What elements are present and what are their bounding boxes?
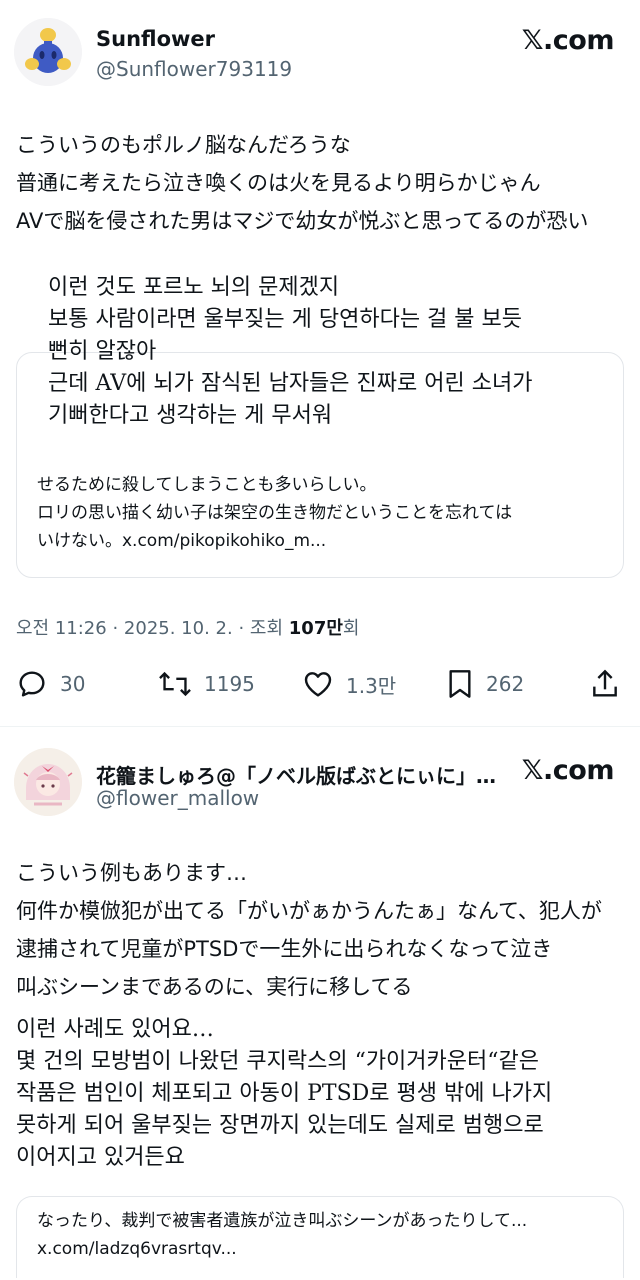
translation-overlay: 이런 사례도 있어요… 몇 건의 모방범이 나왔던 쿠지락스의 “가이거카운터“… [16, 1014, 626, 1174]
action-bar: 30 1195 1.3만 262 [0, 664, 640, 704]
translation-overlay: 이런 것도 포르노 뇌의 문제겠지 보통 사람이라면 울부짖는 게 당연하다는 … [48, 272, 628, 432]
quote-card-text: なったり、裁判で被害者遺族が泣き叫ぶシーンがあったりして... x.com/la… [37, 1207, 607, 1263]
post-flower-mallow: 花籠ましゅろ@「ノベル版ばぶとにぃに」発... @flower_mallow 𝕏… [0, 728, 640, 1280]
reply-icon [19, 671, 45, 697]
post-meta: 오전 11:26 · 2025. 10. 2. · 조회 107만회 [16, 614, 359, 640]
bookmark-button[interactable]: 262 [446, 664, 524, 704]
quote-card-line: せるために殺してしまうことも多いらしい。 [37, 475, 377, 495]
quote-card-line: いけない。x.com/pikopikohiko_m... [37, 531, 327, 551]
post-text-line: AVで脳を侵された男はマジで幼女が悦ぶと思ってるのが恐い [16, 209, 589, 233]
meta-separator: · [238, 618, 245, 639]
retweet-icon [159, 671, 191, 697]
bookmark-icon [449, 670, 471, 698]
post-date[interactable]: 2025. 10. 2. [124, 618, 233, 639]
post-text: こういうのもポルノ脳なんだろうな 普通に考えたら泣き喚くのは火を見るより明らかじ… [16, 126, 626, 240]
retweet-count: 1195 [204, 672, 255, 696]
translation-line: 근데 AV에 뇌가 잠식된 남자들은 진짜로 어린 소녀가 [48, 371, 533, 396]
views-count: 107만 [288, 618, 343, 639]
post-text-line: 何件か模倣犯が出てる「がいがぁかうんたぁ」なんて、犯人が [16, 899, 602, 923]
heart-icon [304, 672, 332, 697]
post-text: こういう例もあります… 何件か模倣犯が出てる「がいがぁかうんたぁ」なんて、犯人が… [16, 854, 626, 1006]
quote-card-line: なったり、裁判で被害者遺族が泣き叫ぶシーンがあったりして... [37, 1211, 528, 1231]
meta-separator: · [112, 618, 119, 639]
post-divider [0, 726, 640, 727]
post-text-line: 逮捕されて児童がPTSDで一生外に出られなくなって泣き [16, 937, 553, 961]
like-count: 1.3만 [346, 673, 397, 698]
translation-line: 이런 것도 포르노 뇌의 문제겠지 [48, 275, 340, 300]
anime-character-avatar-icon [14, 748, 82, 816]
quote-card-text: せるために殺してしまうことも多いらしい。 ロリの思い描く幼い子は架空の生き物だと… [37, 471, 607, 555]
quote-card-line: x.com/ladzq6vrasrtqv... [37, 1239, 237, 1259]
share-icon [593, 669, 617, 697]
quote-card[interactable]: なったり、裁判で被害者遺族が泣き叫ぶシーンがあったりして... x.com/la… [16, 1196, 624, 1278]
translation-line: 못하게 되어 울부짖는 장면까지 있는데도 실제로 범행으로 [16, 1113, 544, 1138]
post-text-line: こういう例もあります… [16, 861, 247, 885]
avatar[interactable] [14, 748, 82, 816]
blue-creature-avatar-icon [14, 18, 82, 86]
author-name[interactable]: 花籠ましゅろ@「ノベル版ばぶとにぃに」発... [96, 760, 496, 789]
bookmark-count: 262 [486, 672, 525, 696]
author-handle[interactable]: @flower_mallow [96, 786, 259, 810]
translation-line: 보통 사람이라면 울부짖는 게 당연하다는 걸 불 보듯 [48, 307, 522, 332]
post-time[interactable]: 오전 11:26 [16, 618, 107, 639]
quote-card-line: ロリの思い描く幼い子は架空の生き物だということを忘れては [37, 503, 513, 523]
post-text-line: こういうのもポルノ脳なんだろうな [16, 133, 351, 157]
views-suffix: 회 [342, 618, 360, 639]
retweet-button[interactable]: 1195 [158, 664, 255, 704]
translation-line: 작품은 범인이 체포되고 아동이 PTSD로 평생 밖에 나가지 [16, 1081, 553, 1106]
post-sunflower: Sunflower @Sunflower793119 𝕏.com こういうのもポ… [0, 0, 640, 728]
post-text-line: 普通に考えたら泣き喚くのは火を見るより明らかじゃん [16, 171, 541, 195]
translation-line: 몇 건의 모방범이 나왔던 쿠지락스의 “가이거카운터“같은 [16, 1049, 539, 1074]
translation-line: 기뻐한다고 생각하는 게 무서워 [48, 403, 333, 428]
translation-line: 이어지고 있거든요 [16, 1145, 185, 1170]
x-logo: 𝕏.com [521, 25, 615, 56]
like-button[interactable]: 1.3만 [302, 664, 396, 704]
translation-line: 이런 사례도 있어요… [16, 1017, 214, 1042]
author-name[interactable]: Sunflower [96, 27, 215, 51]
views-label: 조회 [249, 618, 284, 639]
reply-count: 30 [60, 672, 86, 696]
author-handle[interactable]: @Sunflower793119 [96, 57, 292, 81]
post-text-line: 叫ぶシーンまであるのに、実行に移してる [16, 975, 413, 999]
avatar[interactable] [14, 18, 82, 86]
x-logo: 𝕏.com [521, 755, 615, 786]
share-button[interactable] [590, 664, 620, 704]
translation-line: 뻔히 알잖아 [48, 339, 157, 364]
reply-button[interactable]: 30 [16, 664, 85, 704]
